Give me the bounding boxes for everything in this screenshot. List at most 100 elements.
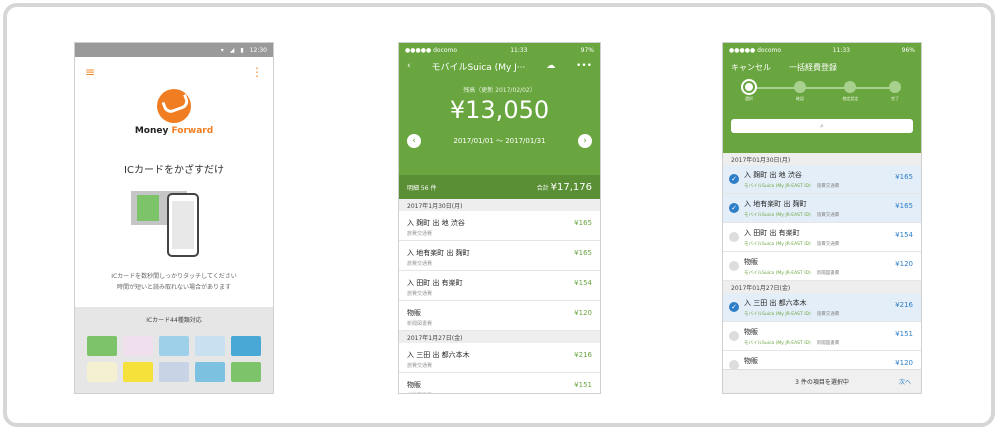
status-time: 11:33 [510, 46, 528, 54]
step-label: 確認 [795, 96, 804, 101]
signal-icon: ◢ [229, 46, 235, 54]
transaction-amount: ¥165 [895, 173, 913, 181]
total-label: 合計 [536, 184, 549, 192]
ic-card-thumbnail-icon [195, 336, 225, 356]
period-range: 2017/01/01 〜 2017/01/31 [453, 137, 546, 145]
transaction-category: 新聞図書費 [407, 321, 433, 327]
next-button[interactable]: 次へ [899, 377, 911, 386]
transaction-source: モバイルSuica (My JR-EAST ID) 旅費交通費 [744, 212, 839, 218]
transaction-category: 新聞図書費 [816, 341, 840, 346]
balance-header: ‹ モバイルSuica (My J··· ☁ ••• 残高（更新 2017/02… [399, 57, 600, 175]
transaction-source: モバイルSuica (My JR-EAST ID) 新聞図書費 [744, 340, 839, 346]
prev-period-icon[interactable]: ‹ [407, 134, 421, 148]
unchecked-circle-icon[interactable] [729, 360, 739, 369]
selectable-row[interactable]: 入 田町 出 有楽町 モバイルSuica (My JR-EAST ID) 旅費交通費… [723, 223, 921, 252]
transaction-row[interactable]: 物販新聞図書費 ¥151 [399, 373, 600, 393]
description-line-2: 時間が短いと読み取れない場合があります [116, 284, 231, 291]
total-block: 合計 ¥17,176 [537, 182, 592, 193]
status-time: 11:33 [832, 46, 850, 54]
selectable-row[interactable]: 物販モバイルSuica (My JR-EAST ID) 新聞図書費 ¥151 [723, 322, 921, 351]
status-time: 12:30 [249, 46, 267, 54]
selectable-row[interactable]: ✓ 入 地有楽町 出 麹町モバイルSuica (My JR-EAST ID) 旅費交… [723, 194, 921, 223]
transaction-list[interactable]: 2017年1月30日(月) 入 麹町 出 地 渋谷 旅費交通費 ¥165 入 地有楽町… [399, 199, 600, 393]
step-select: 選択 [734, 81, 764, 102]
transaction-category: 新聞図書費 [407, 392, 432, 393]
checked-circle-icon[interactable]: ✓ [729, 174, 739, 184]
transaction-amount: ¥154 [574, 279, 592, 287]
date-header: 2017年1月27日(金) [399, 331, 600, 343]
transaction-title: 入 地有楽町 出 麹町 [744, 200, 807, 208]
brand-name-part2: Forward [171, 126, 214, 136]
transaction-title: 入 田町 出 有楽町 [407, 279, 463, 287]
transaction-title: 入 三田 出 都六本木 [407, 351, 470, 359]
step-complete: 完了 [880, 81, 910, 102]
hamburger-menu-icon[interactable]: ≡ [85, 65, 95, 79]
transaction-source: モバイルSuica (My JR-EAST ID) 旅費交通費 [744, 183, 839, 189]
wifi-icon: ▾ [220, 46, 224, 54]
step-dot-icon [889, 81, 901, 93]
back-chevron-icon[interactable]: ‹ [407, 61, 411, 71]
unchecked-circle-icon[interactable] [729, 232, 739, 242]
transaction-category: 旅費交通費 [816, 184, 840, 189]
balance-updated-label: 残高（更新 2017/02/02） [463, 87, 536, 94]
transaction-amount: ¥216 [895, 301, 913, 309]
next-period-icon[interactable]: › [578, 134, 592, 148]
cloud-sync-icon[interactable]: ☁ [546, 61, 555, 71]
transaction-title: 物販 [407, 309, 421, 317]
transaction-title: 物販 [407, 381, 421, 389]
nav-bar: キャンセル 一括経費登録 [723, 57, 921, 77]
transaction-category: 旅費交通費 [816, 213, 840, 218]
selectable-row[interactable]: 物販モバイルSuica (My JR-EAST ID)新聞図書費¥120 [723, 252, 921, 281]
phone-ic-card-screen: ▾ ◢ ▮ 12:30 ≡ ⋮ Money Forward ICカードをかざすだ… [74, 42, 274, 394]
date-header: 2017年01月27日(金) [723, 281, 921, 293]
unchecked-circle-icon[interactable] [729, 331, 739, 341]
source-name: モバイルSuica (My JR-EAST ID) [744, 341, 811, 346]
ic-card-thumbnail-icon [231, 362, 261, 382]
smartphone-illustration-icon [167, 193, 199, 257]
selectable-row[interactable]: 物販モバイルSuica (My JR-EAST ID)新聞図書費¥120 [723, 351, 921, 369]
transaction-count: 明細 56 件 [407, 184, 437, 192]
page-title: 一括経費登録 [789, 62, 837, 72]
period-selector: ‹ 2017/01/01 〜 2017/01/31 › [399, 134, 600, 148]
checked-circle-icon[interactable]: ✓ [729, 203, 739, 213]
ic-card-thumbnail-icon [231, 336, 261, 356]
transaction-row[interactable]: 入 地有楽町 出 麹町 旅費交通費 ¥165 [399, 241, 600, 271]
unchecked-circle-icon[interactable] [729, 261, 739, 271]
selectable-row[interactable]: ✓ 入 麹町 出 地 渋谷 モバイルSuica (My JR-EAST ID) 旅費交… [723, 165, 921, 194]
transaction-row[interactable]: 物販 新聞図書費 ¥120 [399, 301, 600, 331]
ic-card-thumbnail-icon [195, 362, 225, 382]
transaction-title: 物販 [744, 328, 758, 336]
transaction-amount: ¥151 [574, 381, 592, 389]
battery-level: 96% [901, 46, 915, 54]
selectable-row[interactable]: ✓ 入 三田 出 都六本木 モバイルSuica (My JR-EAST ID) 旅費交… [723, 293, 921, 322]
transaction-title: 物販 [744, 258, 758, 266]
ic-card-thumbnail-icon [87, 362, 117, 382]
search-input[interactable]: ⌕ [731, 119, 913, 133]
transaction-amount: ¥151 [895, 330, 913, 338]
transaction-row[interactable]: 入 田町 出 有楽町 旅費交通費 ¥154 [399, 271, 600, 301]
cancel-button[interactable]: キャンセル [731, 62, 771, 73]
more-vert-icon[interactable]: ⋮ [251, 65, 263, 79]
transaction-title: 物販 [744, 357, 758, 365]
carrier-label: ●●●●● docomo [729, 46, 782, 54]
transaction-amount: ¥165 [574, 219, 592, 227]
phone-transactions-screen: ●●●●● docomo 11:33 97% ‹ モバイルSuica (My J… [398, 42, 601, 394]
transaction-row[interactable]: 入 三田 出 都六本木 旅費交通費 ¥216 [399, 343, 600, 373]
step-label: 完了 [891, 96, 899, 101]
money-forward-logo-icon [157, 89, 191, 123]
step-progress: 選択 確認 勘定設定 完了 [743, 81, 901, 115]
transaction-category: 新聞図書費 [816, 271, 840, 276]
transaction-source: モバイルSuica (My JR-EAST ID) 新聞図書費 [744, 270, 839, 276]
selectable-list[interactable]: 2017年01月30日(月) ✓ 入 麹町 出 地 渋谷 モバイルSuica (My… [723, 153, 921, 369]
step-dot-icon [743, 81, 755, 93]
date-header: 2017年1月30日(月) [399, 199, 600, 211]
step-label: 選択 [745, 96, 753, 101]
transaction-amount: ¥165 [574, 249, 592, 257]
checked-circle-icon[interactable]: ✓ [729, 302, 739, 312]
transaction-category: 旅費交通費 [816, 242, 840, 247]
ic-card-thumbnail-icon [123, 362, 153, 382]
search-icon: ⌕ [820, 122, 824, 130]
more-horizontal-icon[interactable]: ••• [576, 61, 592, 71]
transaction-row[interactable]: 入 麹町 出 地 渋谷 旅費交通費 ¥165 [399, 211, 600, 241]
nav-bar: ‹ モバイルSuica (My J··· ☁ ••• [399, 57, 600, 75]
